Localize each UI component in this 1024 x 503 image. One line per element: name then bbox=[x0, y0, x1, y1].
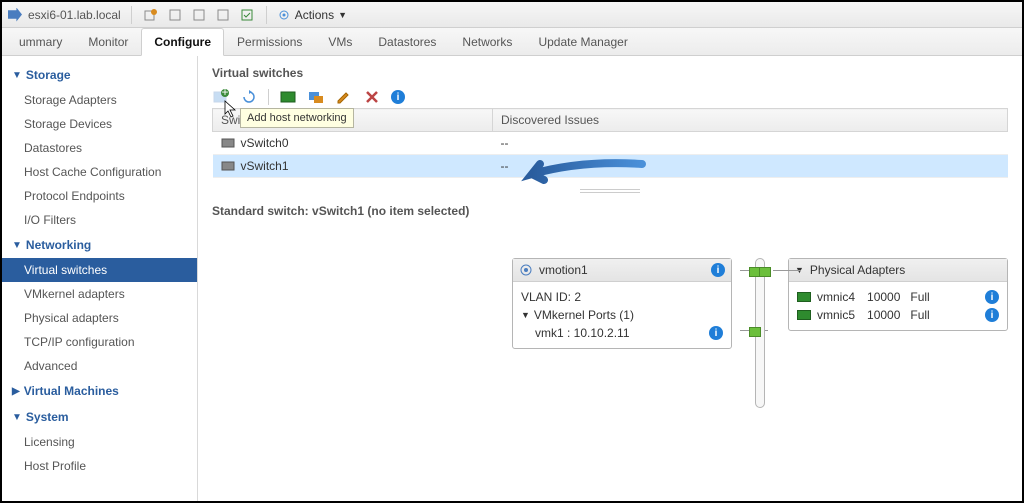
separator bbox=[131, 6, 132, 24]
tab-datastores[interactable]: Datastores bbox=[365, 28, 449, 55]
host-icon bbox=[8, 8, 22, 22]
host-name: esxi6-01.lab.local bbox=[28, 8, 121, 22]
separator bbox=[266, 6, 267, 24]
nic-speed: 10000 bbox=[867, 290, 900, 304]
portgroup-icon bbox=[519, 263, 533, 277]
portgroup-box[interactable]: vmotion1 i VLAN ID: 2 ▼ VMkernel Ports (… bbox=[512, 258, 732, 349]
sidebar[interactable]: ▼StorageStorage AdaptersStorage DevicesD… bbox=[2, 56, 198, 501]
info-icon[interactable]: i bbox=[711, 263, 725, 277]
chevron-down-icon: ▼ bbox=[12, 240, 22, 251]
vmk-header: VMkernel Ports (1) bbox=[534, 308, 634, 322]
main-panel: Virtual switches + i Add host networking… bbox=[198, 56, 1022, 501]
switch-name: vSwitch1 bbox=[241, 159, 289, 173]
tab-permissions[interactable]: Permissions bbox=[224, 28, 315, 55]
chevron-down-icon[interactable]: ▼ bbox=[521, 310, 530, 320]
tab-monitor[interactable]: Monitor bbox=[75, 28, 141, 55]
port-icon bbox=[749, 327, 761, 337]
info-icon[interactable]: i bbox=[391, 90, 405, 104]
chevron-down-icon: ▼ bbox=[338, 10, 347, 20]
switch-name: vSwitch0 bbox=[241, 136, 289, 150]
sidebar-group-system[interactable]: ▼System bbox=[2, 404, 197, 430]
tab-vms[interactable]: VMs bbox=[315, 28, 365, 55]
manage-button[interactable] bbox=[307, 88, 325, 106]
tab-configure[interactable]: Configure bbox=[141, 28, 224, 56]
vmk-entry[interactable]: vmk1 : 10.10.2.11 bbox=[535, 326, 630, 340]
edit-button[interactable] bbox=[335, 88, 353, 106]
issues-cell: -- bbox=[493, 155, 1008, 178]
vswitch-icon bbox=[221, 136, 235, 150]
vlan-label: VLAN ID: 2 bbox=[521, 288, 723, 306]
physical-adapters-box[interactable]: ▼ Physical Adapters vmnic410000Fullivmni… bbox=[788, 258, 1008, 331]
port-icon bbox=[759, 267, 771, 277]
vswitch-icon bbox=[221, 159, 235, 173]
nic-duplex: Full bbox=[910, 290, 929, 304]
sidebar-group-networking[interactable]: ▼Networking bbox=[2, 232, 197, 258]
sidebar-item-vmkernel-adapters[interactable]: VMkernel adapters bbox=[2, 282, 197, 306]
nic-speed: 10000 bbox=[867, 308, 900, 322]
table-row[interactable]: vSwitch0 -- bbox=[213, 132, 1008, 155]
tab-ummary[interactable]: ummary bbox=[6, 28, 75, 55]
nic-name: vmnic5 bbox=[817, 308, 855, 322]
vswitch-bridge bbox=[755, 258, 765, 408]
toolbar-btn-4[interactable] bbox=[214, 6, 232, 24]
title-bar: esxi6-01.lab.local Actions ▼ bbox=[2, 2, 1022, 28]
sidebar-item-datastores[interactable]: Datastores bbox=[2, 136, 197, 160]
nic-row[interactable]: vmnic4 10000 Full i bbox=[797, 288, 999, 306]
gear-icon bbox=[277, 8, 291, 22]
sidebar-item-virtual-switches[interactable]: Virtual switches bbox=[2, 258, 197, 282]
portgroup-name: vmotion1 bbox=[539, 263, 588, 277]
topology-diagram: vmotion1 i VLAN ID: 2 ▼ VMkernel Ports (… bbox=[512, 258, 1008, 408]
info-icon[interactable]: i bbox=[709, 326, 723, 340]
toolbar-btn-3[interactable] bbox=[190, 6, 208, 24]
tab-update-manager[interactable]: Update Manager bbox=[525, 28, 640, 55]
sidebar-item-i-o-filters[interactable]: I/O Filters bbox=[2, 208, 197, 232]
toolbar-btn-5[interactable] bbox=[238, 6, 256, 24]
nic-name: vmnic4 bbox=[817, 290, 855, 304]
info-icon[interactable]: i bbox=[985, 290, 999, 304]
physical-adapters-header: Physical Adapters bbox=[810, 263, 905, 277]
nic-icon bbox=[797, 292, 811, 302]
sidebar-item-advanced[interactable]: Advanced bbox=[2, 354, 197, 378]
sidebar-item-physical-adapters[interactable]: Physical adapters bbox=[2, 306, 197, 330]
sidebar-item-tcp-ip-configuration[interactable]: TCP/IP configuration bbox=[2, 330, 197, 354]
sidebar-item-storage-adapters[interactable]: Storage Adapters bbox=[2, 88, 197, 112]
sidebar-item-protocol-endpoints[interactable]: Protocol Endpoints bbox=[2, 184, 197, 208]
info-icon[interactable]: i bbox=[985, 308, 999, 322]
nic-icon bbox=[797, 310, 811, 320]
vswitch-toolbar: + i Add host networking bbox=[212, 88, 1008, 106]
detail-title: Standard switch: vSwitch1 (no item selec… bbox=[212, 204, 1008, 218]
delete-button[interactable] bbox=[363, 88, 381, 106]
sidebar-item-storage-devices[interactable]: Storage Devices bbox=[2, 112, 197, 136]
actions-label: Actions bbox=[295, 8, 334, 22]
column-header[interactable]: Discovered Issues bbox=[493, 109, 1008, 132]
add-host-networking-button[interactable]: + bbox=[212, 88, 230, 106]
migrate-button[interactable] bbox=[279, 88, 297, 106]
chevron-down-icon: ▼ bbox=[12, 70, 22, 81]
issues-cell: -- bbox=[493, 132, 1008, 155]
table-row[interactable]: vSwitch1 -- bbox=[213, 155, 1008, 178]
tab-networks[interactable]: Networks bbox=[449, 28, 525, 55]
toolbar-btn-1[interactable] bbox=[142, 6, 160, 24]
actions-menu[interactable]: Actions ▼ bbox=[277, 8, 347, 22]
sidebar-group-storage[interactable]: ▼Storage bbox=[2, 62, 197, 88]
svg-text:+: + bbox=[221, 88, 228, 99]
nic-row[interactable]: vmnic5 10000 Full i bbox=[797, 306, 999, 324]
sidebar-item-host-profile[interactable]: Host Profile bbox=[2, 454, 197, 478]
tooltip: Add host networking bbox=[240, 108, 354, 128]
chevron-right-icon: ▶ bbox=[12, 386, 20, 397]
sidebar-group-virtual-machines[interactable]: ▶Virtual Machines bbox=[2, 378, 197, 404]
nic-duplex: Full bbox=[910, 308, 929, 322]
tab-bar: ummaryMonitorConfigurePermissionsVMsData… bbox=[2, 28, 1022, 56]
chevron-down-icon: ▼ bbox=[12, 412, 22, 423]
splitter[interactable] bbox=[212, 186, 1008, 196]
refresh-button[interactable] bbox=[240, 88, 258, 106]
toolbar-btn-2[interactable] bbox=[166, 6, 184, 24]
sidebar-item-licensing[interactable]: Licensing bbox=[2, 430, 197, 454]
section-title: Virtual switches bbox=[212, 66, 1008, 80]
separator bbox=[268, 89, 269, 105]
sidebar-item-host-cache-configuration[interactable]: Host Cache Configuration bbox=[2, 160, 197, 184]
